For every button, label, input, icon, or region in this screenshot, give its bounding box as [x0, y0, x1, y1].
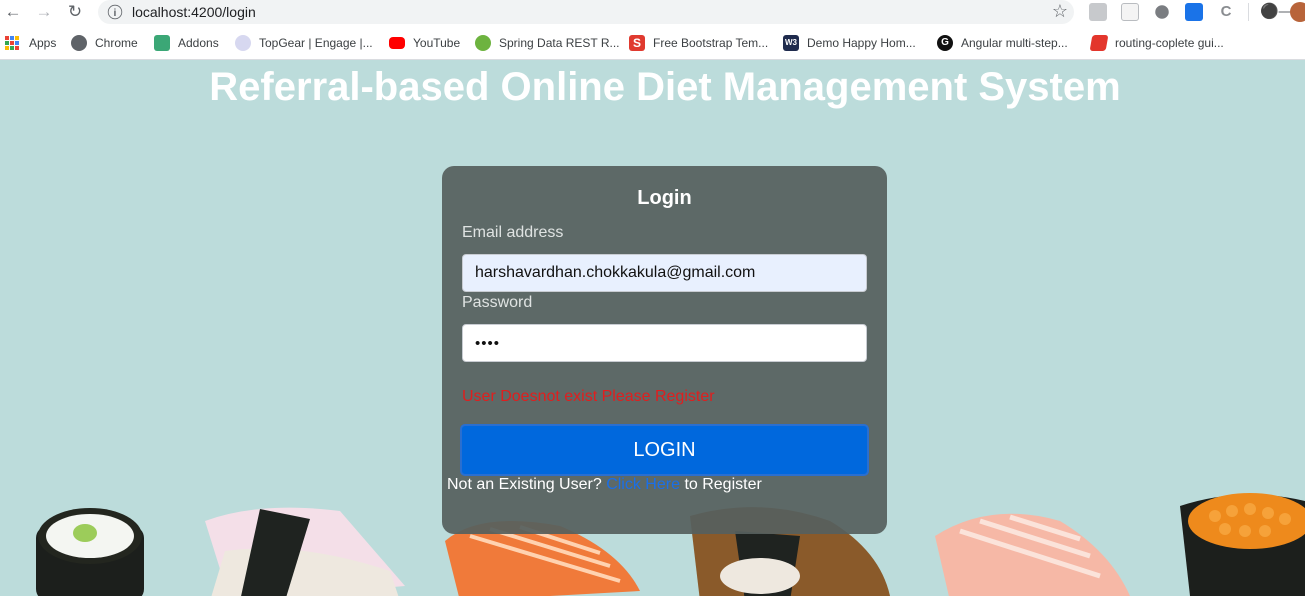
address-url[interactable]: localhost:4200/login — [132, 4, 256, 20]
password-label: Password — [462, 294, 533, 311]
browser-toolbar: ← → ↻ i localhost:4200/login ☆ C ⚫— — [0, 0, 1305, 26]
youtube-icon — [389, 37, 405, 49]
bookmark-angular[interactable]: G Angular multi-step... — [937, 34, 1068, 52]
routing-icon — [1089, 35, 1109, 51]
bookmarks-bar: Apps Chrome Addons TopGear | Engage |...… — [0, 26, 1305, 60]
chrome-icon — [71, 35, 87, 51]
bookmark-bootstrap[interactable]: S Free Bootstrap Tem... — [629, 34, 768, 52]
bookmark-label: Demo Happy Hom... — [807, 36, 916, 50]
bookmark-addons[interactable]: Addons — [154, 34, 219, 52]
email-label: Email address — [462, 224, 564, 241]
bookmark-label: Chrome — [95, 36, 138, 50]
bookmark-topgear[interactable]: TopGear | Engage |... — [235, 34, 373, 52]
register-suffix: to Register — [684, 476, 762, 493]
email-field[interactable] — [462, 254, 867, 292]
sushi-maki-icon — [36, 508, 144, 596]
login-button[interactable]: LOGIN — [460, 424, 869, 476]
extension-circle-icon[interactable] — [1155, 5, 1169, 19]
bookmark-star-icon[interactable]: ☆ — [1052, 1, 1068, 22]
bookmark-label: Spring Data REST R... — [499, 36, 620, 50]
page-title: Referral-based Online Diet Management Sy… — [209, 65, 1121, 109]
g-icon: G — [937, 35, 953, 51]
bookmark-label: routing-coplete gui... — [1115, 36, 1224, 50]
bookmark-spring[interactable]: Spring Data REST R... — [475, 34, 620, 52]
bookmark-demo-happy[interactable]: W3 Demo Happy Hom... — [783, 34, 916, 52]
topgear-icon — [235, 35, 251, 51]
bookmark-chrome[interactable]: Chrome — [71, 34, 138, 52]
bookmark-label: Free Bootstrap Tem... — [653, 36, 769, 50]
sushi-white-nigiri-icon — [205, 507, 405, 596]
puzzle-icon — [154, 35, 170, 51]
toolbar-divider — [1248, 3, 1249, 21]
w3-icon: W3 — [783, 35, 799, 51]
bookmark-label: Addons — [178, 36, 219, 50]
bookmark-label: TopGear | Engage |... — [259, 36, 373, 50]
sushi-shrimp-nigiri-icon — [935, 513, 1130, 596]
info-icon[interactable]: i — [107, 4, 123, 20]
extension-blue-icon[interactable] — [1185, 3, 1203, 21]
register-prompt: Not an Existing User? Click Here to Regi… — [447, 476, 762, 494]
page-content: Referral-based Online Diet Management Sy… — [0, 61, 1305, 596]
back-arrow-icon[interactable]: ← — [2, 2, 24, 22]
sushi-ikura-icon — [1180, 493, 1305, 596]
forward-arrow-icon[interactable]: → — [33, 2, 55, 22]
bookmark-label: YouTube — [413, 36, 461, 50]
extension-square-icon[interactable] — [1121, 3, 1139, 21]
extension-cube-icon[interactable] — [1089, 3, 1107, 21]
login-heading: Login — [637, 187, 692, 209]
address-bar[interactable]: i localhost:4200/login ☆ — [98, 0, 1074, 24]
key-icon[interactable]: ⚫— — [1260, 2, 1294, 20]
apps-grid-icon — [5, 36, 21, 50]
register-prefix: Not an Existing User? — [447, 476, 602, 493]
spring-icon — [475, 35, 491, 51]
bookmark-routing[interactable]: routing-coplete gui... — [1089, 34, 1224, 52]
reload-icon[interactable]: ↻ — [64, 2, 86, 22]
password-field[interactable] — [462, 324, 867, 362]
bookmark-youtube[interactable]: YouTube — [389, 34, 460, 52]
error-message: User Doesnot exist Please Register — [462, 388, 715, 405]
bookmark-label: Apps — [29, 36, 57, 50]
extension-c-icon[interactable]: C — [1217, 3, 1235, 21]
bookmark-label: Angular multi-step... — [961, 36, 1068, 50]
register-link[interactable]: Click Here — [606, 476, 680, 493]
bookmark-apps[interactable]: Apps — [5, 34, 56, 52]
s-icon: S — [629, 35, 645, 51]
profile-avatar[interactable] — [1290, 2, 1305, 22]
login-card: Login Email address Password User Doesno… — [442, 166, 887, 534]
